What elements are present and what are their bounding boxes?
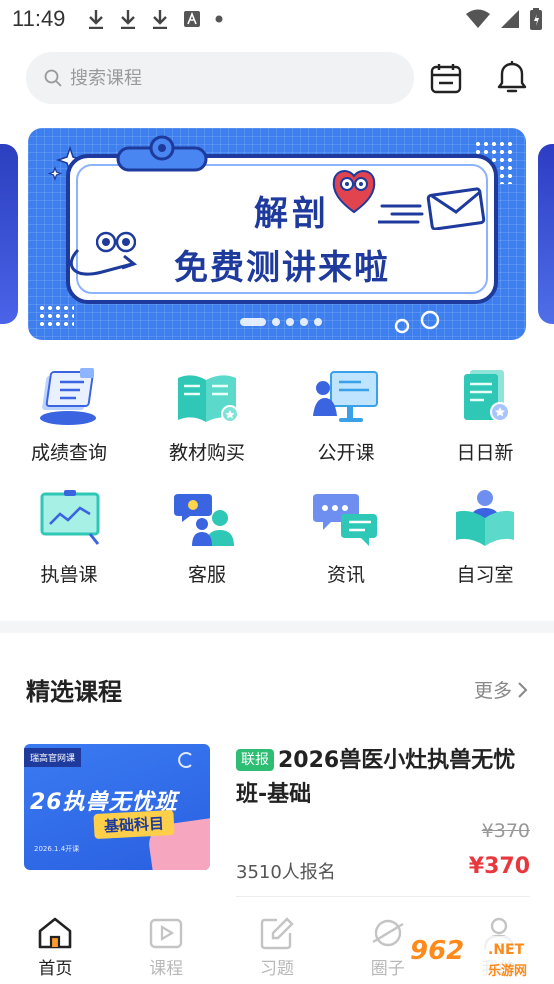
carousel-indicator	[240, 318, 322, 326]
vet-course-icon	[40, 490, 100, 545]
app-notification-icon	[184, 11, 201, 27]
section-title: 精选课程	[26, 678, 122, 706]
banner-title: 解剖	[254, 194, 330, 234]
search-icon	[44, 69, 62, 87]
notification-button[interactable]	[494, 60, 530, 96]
more-link[interactable]: 更多	[474, 676, 528, 703]
quick-item-daily-new[interactable]: 日日新	[416, 366, 554, 476]
play-video-icon	[149, 918, 183, 949]
quick-item-vet-course[interactable]: 执兽课	[0, 488, 138, 598]
daily-new-icon	[464, 370, 510, 422]
nav-label: 圈子	[370, 959, 405, 979]
quick-item-label: 公开课	[317, 442, 375, 464]
thumb-date: 2026.1.4开课	[34, 845, 80, 853]
quick-item-news[interactable]: 资讯	[277, 488, 415, 598]
study-room-icon	[456, 490, 514, 546]
quick-item-study-room[interactable]: 自习室	[416, 488, 554, 598]
quick-item-textbook[interactable]: 教材购买	[138, 366, 276, 476]
banner-carousel[interactable]: 解剖 免费测讲来啦	[0, 122, 554, 352]
download-icon	[89, 10, 104, 29]
banner-subtitle: 免费测讲来啦	[174, 248, 390, 288]
course-original-price: ¥370	[481, 820, 530, 842]
banner-next-slide[interactable]	[538, 144, 554, 324]
watermark-net: .NET	[488, 942, 525, 958]
banner-prev-slide[interactable]	[0, 144, 18, 324]
quick-item-open-class[interactable]: 公开课	[277, 366, 415, 476]
course-price: ¥370	[468, 854, 530, 879]
more-label: 更多	[473, 680, 512, 702]
course-title-text: 2026兽医小灶执兽无忧班-基础	[236, 748, 516, 807]
signal-icon	[501, 10, 519, 28]
course-thumbnail: 瑞高官网课 26执兽无忧班 基础科目 2026.1.4开课	[24, 744, 210, 870]
course-separator	[236, 896, 530, 897]
nav-courses[interactable]: 课程	[111, 904, 222, 984]
quick-item-label: 自习室	[456, 564, 514, 586]
search-bar[interactable]	[26, 52, 414, 104]
brand-mark-icon	[178, 752, 192, 768]
battery-icon	[530, 8, 542, 30]
thumb-subject: 基础科目	[103, 814, 165, 836]
course-card[interactable]: 瑞高官网课 26执兽无忧班 基础科目 2026.1.4开课 联报 2026兽医小灶…	[24, 744, 530, 888]
nav-label: 习题	[259, 959, 294, 979]
nav-exercises[interactable]: 习题	[222, 904, 333, 984]
home-icon	[39, 917, 72, 949]
customer-service-icon	[174, 494, 234, 546]
quick-item-label: 教材购买	[168, 442, 245, 464]
quick-item-label: 成绩查询	[30, 442, 107, 464]
download-icon	[153, 10, 168, 29]
dot-pattern	[38, 304, 74, 328]
nav-label: 课程	[149, 959, 184, 979]
quick-item-customer-service[interactable]: 客服	[138, 488, 276, 598]
clip-icon	[116, 135, 208, 172]
edit-icon	[260, 917, 294, 950]
header	[0, 50, 554, 110]
textbook-icon	[178, 375, 239, 423]
more-dot-icon	[215, 15, 223, 23]
section-divider	[0, 621, 554, 633]
search-input[interactable]	[70, 67, 370, 89]
quick-item-label: 执兽课	[40, 564, 98, 586]
score-query-icon	[40, 368, 96, 425]
banner-slide[interactable]: 解剖 免费测讲来啦	[28, 128, 526, 340]
nav-label: 首页	[38, 959, 73, 979]
download-icon	[121, 10, 136, 29]
news-icon	[313, 494, 377, 546]
quick-access-grid: 成绩查询 教材购买 公开课 日日新 执兽课 客服 资讯 自习室	[0, 366, 554, 596]
quick-item-label: 日日新	[456, 442, 514, 464]
thumb-tag: 瑞高官网课	[24, 748, 82, 767]
planet-icon	[372, 919, 404, 947]
chevron-right-icon	[518, 681, 528, 698]
course-enrolled: 3510人报名	[236, 862, 336, 883]
status-time: 11:49	[12, 6, 66, 31]
quick-item-score-query[interactable]: 成绩查询	[0, 366, 138, 476]
quick-item-label: 客服	[187, 564, 226, 586]
calendar-button[interactable]	[428, 60, 464, 96]
watermark-text: 乐游网	[488, 964, 528, 979]
wifi-icon	[466, 9, 490, 28]
course-badge: 联报	[236, 749, 274, 771]
watermark-number: 962	[410, 936, 465, 966]
course-title: 联报 2026兽医小灶执兽无忧班-基础	[236, 744, 532, 812]
nav-home[interactable]: 首页	[0, 904, 111, 984]
quick-item-label: 资讯	[326, 564, 365, 586]
bell-icon	[497, 61, 527, 93]
open-class-icon	[313, 371, 378, 422]
calendar-icon	[430, 64, 462, 94]
site-watermark: 962 .NET 乐游网	[406, 936, 552, 982]
status-bar: 11:49	[0, 0, 554, 38]
rings-icon	[394, 310, 440, 334]
thumb-subject-badge: 基础科目	[93, 809, 175, 840]
